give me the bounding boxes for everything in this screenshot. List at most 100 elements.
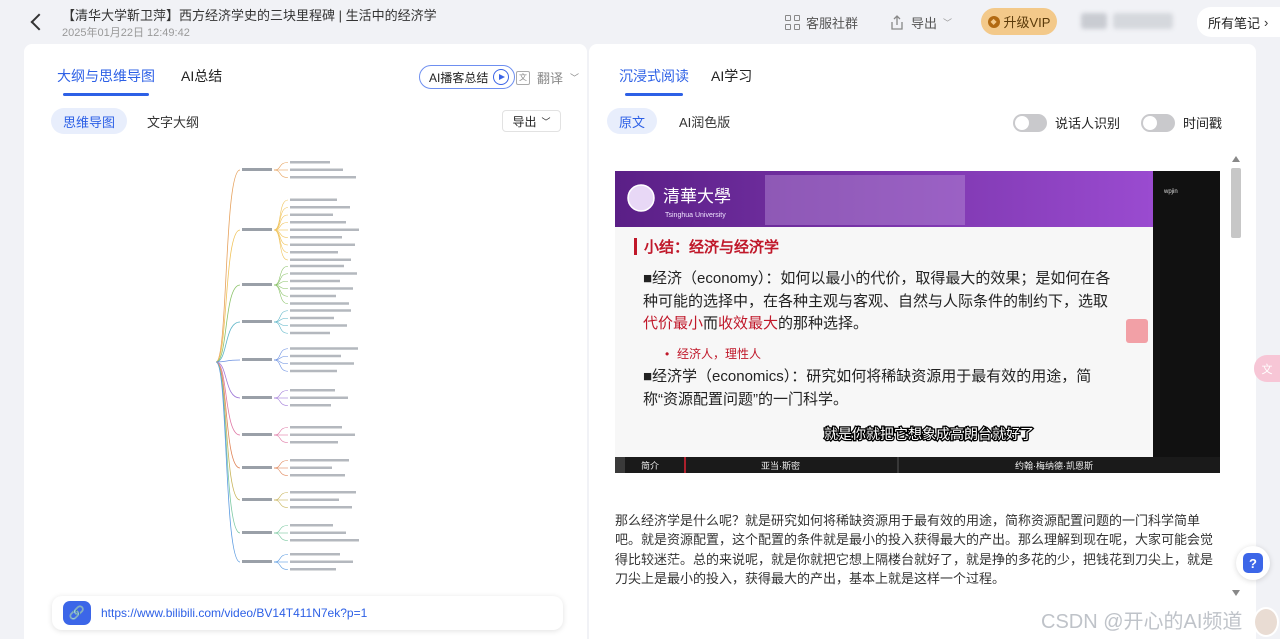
mindmap-leaf-node[interactable] (290, 331, 330, 335)
mindmap-branch-node[interactable] (242, 228, 272, 231)
mindmap-branch-node[interactable] (242, 531, 272, 534)
mindmap-leaf-node[interactable] (290, 228, 359, 232)
chapter-intro[interactable]: 简介 (641, 460, 659, 471)
mindmap-leaf-line (273, 434, 289, 443)
mindmap-leaf-node[interactable] (290, 553, 340, 556)
mindmap-leaf-node[interactable] (290, 302, 349, 305)
mindmap-leaf-node[interactable] (290, 168, 343, 172)
export-mindmap-button[interactable]: 导出 ﹀ (502, 110, 561, 132)
mindmap-leaf-node[interactable] (290, 176, 356, 179)
scroll-up-icon[interactable] (1232, 156, 1240, 162)
tab-outline-mindmap[interactable]: 大纲与思维导图 (57, 66, 155, 96)
mindmap-leaf-node[interactable] (290, 441, 338, 444)
mindmap-leaf-line (273, 427, 289, 436)
chapter-timeline[interactable] (615, 457, 1220, 473)
chip-original[interactable]: 原文 (607, 108, 658, 134)
mindmap-leaf-node[interactable] (290, 206, 350, 209)
mindmap-branch-line (215, 361, 241, 563)
mindmap-leaf-node[interactable] (290, 287, 353, 290)
chapter-keynes[interactable]: 约翰·梅纳德·凯恩斯 (1015, 460, 1093, 471)
mindmap-leaf-node[interactable] (290, 362, 354, 365)
scroll-down-icon[interactable] (1232, 590, 1240, 596)
mindmap-leaf-node[interactable] (290, 161, 330, 164)
mindmap-leaf-node[interactable] (290, 251, 338, 254)
tab-ai-summary[interactable]: AI总结 (181, 66, 222, 86)
tab-ai-learning[interactable]: AI学习 (711, 66, 752, 86)
mindmap-leaf-node[interactable] (290, 198, 337, 202)
mindmap-leaf-node[interactable] (290, 221, 346, 224)
chip-ai-polished[interactable]: AI润色版 (667, 108, 742, 134)
mindmap-leaf-node[interactable] (290, 213, 333, 217)
mindmap-leaf-node[interactable] (290, 316, 334, 320)
mindmap-leaf-node[interactable] (290, 354, 341, 358)
mindmap-branch-node[interactable] (242, 396, 272, 399)
mindmap-branch-node[interactable] (242, 498, 272, 501)
mindmap-branch-node[interactable] (242, 320, 272, 323)
chip-text-outline[interactable]: 文字大纲 (135, 108, 211, 134)
translate-button[interactable]: 文 翻译 ﹀ (516, 68, 579, 87)
source-link[interactable]: 🔗 https://www.bilibili.com/video/BV14T41… (52, 596, 563, 630)
mindmap-leaf-line (273, 348, 289, 361)
service-group-button[interactable]: 客服社群 (785, 13, 858, 32)
mindmap-branch-node[interactable] (242, 466, 272, 469)
export-top-button[interactable]: 导出 ﹀ (889, 13, 952, 32)
all-notes-button[interactable]: 所有笔记 › (1197, 7, 1280, 37)
campus-building (765, 175, 965, 225)
upgrade-vip-button[interactable]: ◆ 升级VIP (981, 8, 1057, 35)
mindmap-leaf-node[interactable] (290, 389, 335, 392)
username-blurred (1113, 13, 1173, 29)
mindmap-leaf-node[interactable] (290, 433, 355, 437)
mindmap-branch-node[interactable] (242, 283, 272, 286)
mindmap-leaf-line (273, 554, 289, 563)
mindmap-leaf-node[interactable] (290, 236, 342, 239)
mindmap-leaf-node[interactable] (290, 396, 348, 400)
timestamp-toggle[interactable]: 时间戳 (1141, 113, 1222, 132)
mindmap-leaf-node[interactable] (290, 404, 331, 407)
mindmap-leaf-node[interactable] (290, 258, 351, 262)
mindmap-leaf-node[interactable] (290, 506, 352, 509)
mindmap-branch-node[interactable] (242, 168, 272, 171)
note-date: 2025年01月22日 12:49:42 (62, 27, 190, 39)
mindmap-leaf-line (273, 397, 289, 406)
mindmap-branch-node[interactable] (242, 358, 272, 361)
mindmap-leaf-node[interactable] (290, 498, 339, 502)
ai-podcast-button[interactable]: AI播客总结 (419, 65, 515, 89)
mindmap-leaf-node[interactable] (290, 466, 332, 470)
mindmap-leaf-node[interactable] (290, 539, 359, 542)
mindmap-branch-node[interactable] (242, 560, 272, 563)
mindmap-leaf-node[interactable] (290, 531, 346, 535)
mindmap-leaf-node[interactable] (290, 491, 356, 494)
mindmap-leaf-node[interactable] (290, 324, 347, 327)
chapter-adam-smith[interactable]: 亚当·斯密 (761, 460, 800, 471)
scroll-thumb[interactable] (1231, 168, 1241, 238)
mindmap-leaf-node[interactable] (290, 243, 355, 247)
mindmap-leaf-node[interactable] (290, 369, 337, 373)
help-button[interactable]: ? (1236, 546, 1270, 580)
mindmap-leaf-node[interactable] (290, 524, 333, 527)
mind-map[interactable] (212, 150, 452, 580)
chip-mindmap[interactable]: 思维导图 (51, 108, 128, 134)
speaker-recognition-toggle[interactable]: 说话人识别 (1013, 113, 1120, 132)
video-frame[interactable]: 清華大學 Tsinghua University wpjin 小结：经济与经济学… (615, 171, 1220, 473)
back-arrow-icon[interactable] (28, 11, 46, 31)
mindmap-leaf-node[interactable] (290, 272, 357, 275)
mindmap-leaf-line (273, 321, 289, 334)
mindmap-leaf-node[interactable] (290, 560, 353, 564)
avatar[interactable] (1081, 13, 1107, 29)
tab-immersive-reading[interactable]: 沉浸式阅读 (619, 66, 689, 96)
mindmap-leaf-node[interactable] (290, 474, 345, 477)
mindmap-leaf-node[interactable] (290, 264, 344, 268)
transcript-scrollbar[interactable] (1229, 154, 1243, 598)
side-translate-button[interactable]: 文 (1254, 355, 1280, 382)
mindmap-branch-node[interactable] (242, 433, 272, 436)
mindmap-leaf-node[interactable] (290, 568, 336, 571)
slide-bullet-text: 经济人，理性人 (677, 346, 761, 361)
mindmap-leaf-node[interactable] (290, 309, 351, 312)
mindmap-leaf-node[interactable] (290, 294, 336, 298)
source-url[interactable]: https://www.bilibili.com/video/BV14T411N… (101, 606, 367, 620)
mindmap-leaf-node[interactable] (290, 426, 342, 429)
switch-icon (1141, 113, 1175, 132)
mindmap-leaf-node[interactable] (290, 347, 358, 350)
mindmap-leaf-node[interactable] (290, 459, 349, 462)
mindmap-leaf-node[interactable] (290, 279, 340, 283)
